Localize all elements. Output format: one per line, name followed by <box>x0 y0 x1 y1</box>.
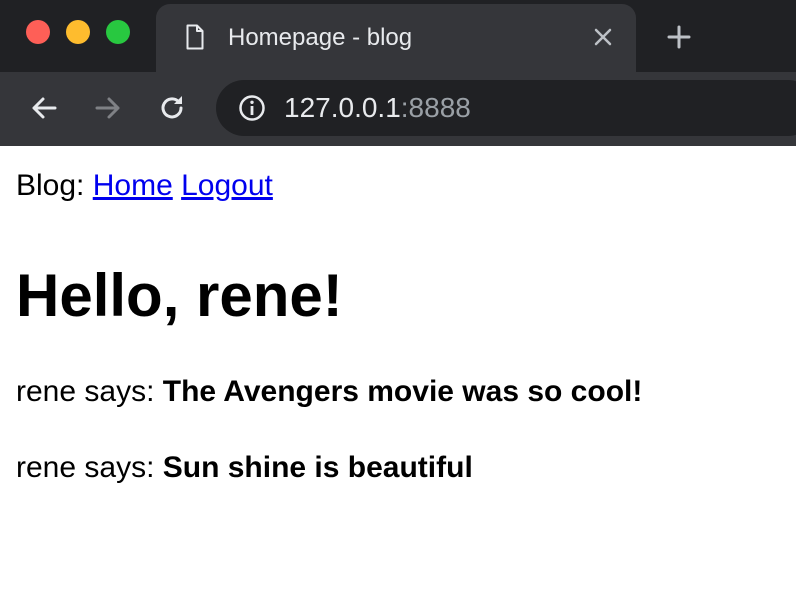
page-icon <box>186 24 204 50</box>
home-link[interactable]: Home <box>93 169 173 202</box>
window-maximize-button[interactable] <box>106 20 130 44</box>
page-content: Blog: Home Logout Hello, rene! rene says… <box>16 146 776 486</box>
url-host: 127.0.0.1 <box>284 92 401 123</box>
close-icon[interactable] <box>592 26 614 48</box>
new-tab-button[interactable] <box>666 24 692 50</box>
browser-tabstrip: Homepage - blog <box>0 0 796 72</box>
logout-link[interactable]: Logout <box>181 169 273 202</box>
browser-tab[interactable]: Homepage - blog <box>156 4 636 72</box>
post-author: rene says: <box>16 451 155 484</box>
browser-toolbar: 127.0.0.1:8888 <box>0 72 796 146</box>
post-item: rene says: The Avengers movie was so coo… <box>16 374 776 410</box>
post-item: rene says: Sun shine is beautiful <box>16 450 776 486</box>
address-bar[interactable]: 127.0.0.1:8888 <box>216 80 796 136</box>
nav-label: Blog: <box>16 169 85 202</box>
reload-button[interactable] <box>156 92 188 124</box>
page-title: Hello, rene! <box>16 262 343 329</box>
window-minimize-button[interactable] <box>66 20 90 44</box>
url-port: :8888 <box>400 92 471 123</box>
info-icon[interactable] <box>238 94 266 122</box>
window-close-button[interactable] <box>26 20 50 44</box>
post-text: Sun shine is beautiful <box>162 451 473 484</box>
site-nav: Blog: Home Logout <box>16 168 776 204</box>
post-author: rene says: <box>16 375 155 408</box>
tab-title: Homepage - blog <box>228 24 413 51</box>
post-text: The Avengers movie was so cool! <box>162 375 643 408</box>
forward-button[interactable] <box>92 92 124 124</box>
back-button[interactable] <box>28 92 60 124</box>
url-text[interactable]: 127.0.0.1:8888 <box>284 92 471 124</box>
